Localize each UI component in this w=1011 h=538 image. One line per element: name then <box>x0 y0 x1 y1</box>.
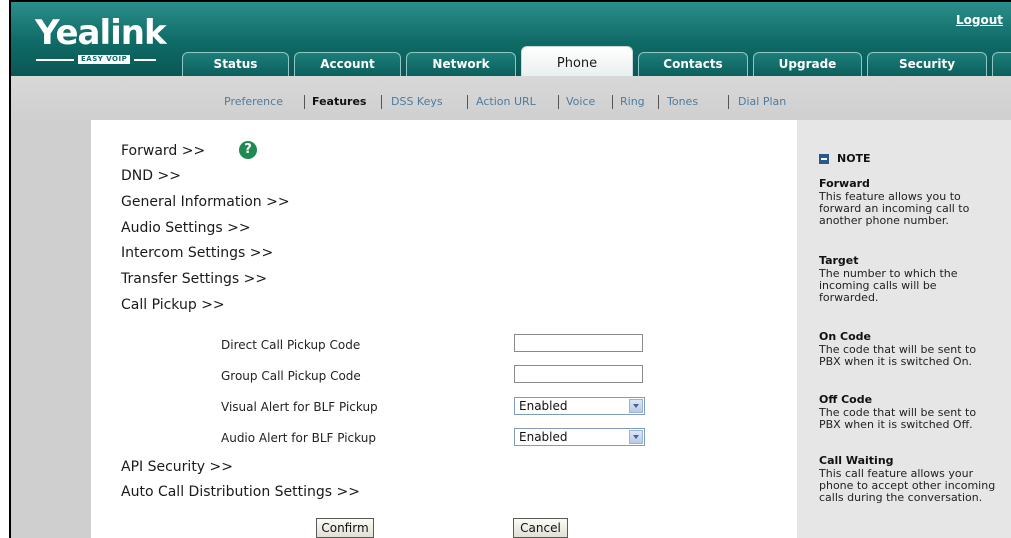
section-call-pickup[interactable]: Call Pickup >> <box>121 296 225 314</box>
subnav-ring[interactable]: Ring <box>620 95 645 109</box>
subnav-dss-keys[interactable]: DSS Keys <box>391 95 443 109</box>
section-forward[interactable]: Forward >> <box>121 142 205 160</box>
content-area: Forward >> ? DND >> General Information … <box>11 120 1011 538</box>
tab-phone[interactable]: Phone <box>521 46 633 78</box>
note-title: Off Code <box>819 393 873 406</box>
direct-call-pickup-input[interactable] <box>514 334 643 352</box>
tagline-bar-left <box>36 59 74 61</box>
features-panel: Forward >> ? DND >> General Information … <box>91 120 797 538</box>
subnav-separator <box>612 95 613 109</box>
note-title: Target <box>819 254 859 267</box>
note-title: Forward <box>819 177 870 190</box>
visual-alert-blf-value: Enabled <box>519 399 568 413</box>
note-text: The number to which the incoming calls w… <box>819 267 958 304</box>
note-text: This call feature allows your phone to a… <box>819 467 996 504</box>
audio-alert-blf-label: Audio Alert for BLF Pickup <box>221 431 376 445</box>
sub-navigation: Preference Features DSS Keys Action URL … <box>11 76 1011 120</box>
note-title: Call Waiting <box>819 454 894 467</box>
subnav-tones[interactable]: Tones <box>667 95 698 109</box>
subnav-separator <box>304 95 305 109</box>
subnav-separator <box>728 95 729 109</box>
subnav-separator <box>381 95 382 109</box>
note-text: This feature allows you to forward an in… <box>819 190 970 227</box>
note-text: The code that will be sent to PBX when i… <box>819 343 977 368</box>
note-items: Forward This feature allows you to forwa… <box>787 120 1011 538</box>
subnav-features[interactable]: Features <box>312 95 366 109</box>
tab-status[interactable]: Status <box>182 52 289 76</box>
section-intercom-settings[interactable]: Intercom Settings >> <box>121 244 273 262</box>
top-header: Yealink EASY VOIP Logout Status Account … <box>11 2 1011 78</box>
section-api-security[interactable]: API Security >> <box>121 458 233 476</box>
note-title: On Code <box>819 330 871 343</box>
cancel-button[interactable]: Cancel <box>513 518 568 538</box>
subnav-row: Preference Features DSS Keys Action URL … <box>11 95 1011 109</box>
subnav-separator <box>558 95 559 109</box>
section-audio-settings[interactable]: Audio Settings >> <box>121 219 251 237</box>
subnav-separator <box>467 95 468 109</box>
subnav-action-url[interactable]: Action URL <box>476 95 536 109</box>
note-text: The code that will be sent to PBX when i… <box>819 406 977 431</box>
section-transfer-settings[interactable]: Transfer Settings >> <box>121 270 267 288</box>
chevron-down-icon[interactable] <box>629 430 643 444</box>
audio-alert-blf-select[interactable]: Enabled <box>514 428 645 446</box>
tab-security[interactable]: Security <box>867 52 987 76</box>
subnav-preference[interactable]: Preference <box>224 95 283 109</box>
tagline-text: EASY VOIP <box>78 55 131 64</box>
audio-alert-blf-value: Enabled <box>519 430 568 444</box>
section-dnd[interactable]: DND >> <box>121 167 181 185</box>
yealink-logo: Yealink <box>35 13 167 53</box>
section-auto-call-distribution[interactable]: Auto Call Distribution Settings >> <box>121 483 360 501</box>
note-panel: NOTE Forward This feature allows you to … <box>797 120 1011 538</box>
chevron-down-icon[interactable] <box>629 399 643 413</box>
tagline-bar-right <box>134 59 156 61</box>
tab-network[interactable]: Network <box>406 52 516 76</box>
tab-upgrade[interactable]: Upgrade <box>753 52 862 76</box>
group-call-pickup-label: Group Call Pickup Code <box>221 369 361 383</box>
logo-tagline: EASY VOIP <box>36 55 156 64</box>
tab-account[interactable]: Account <box>294 52 401 76</box>
direct-call-pickup-label: Direct Call Pickup Code <box>221 338 361 352</box>
browser-frame: Yealink EASY VOIP Logout Status Account … <box>9 0 1011 538</box>
subnav-dial-plan[interactable]: Dial Plan <box>738 95 786 109</box>
tab-overflow[interactable] <box>992 52 1011 76</box>
tab-contacts[interactable]: Contacts <box>638 52 748 76</box>
subnav-voice[interactable]: Voice <box>566 95 595 109</box>
group-call-pickup-input[interactable] <box>514 365 643 383</box>
visual-alert-blf-label: Visual Alert for BLF Pickup <box>221 400 378 414</box>
section-general-information[interactable]: General Information >> <box>121 193 290 211</box>
confirm-button[interactable]: Confirm <box>316 518 374 538</box>
subnav-separator <box>658 95 659 109</box>
logout-link[interactable]: Logout <box>956 13 1003 27</box>
visual-alert-blf-select[interactable]: Enabled <box>514 397 645 415</box>
help-icon[interactable]: ? <box>239 141 257 159</box>
